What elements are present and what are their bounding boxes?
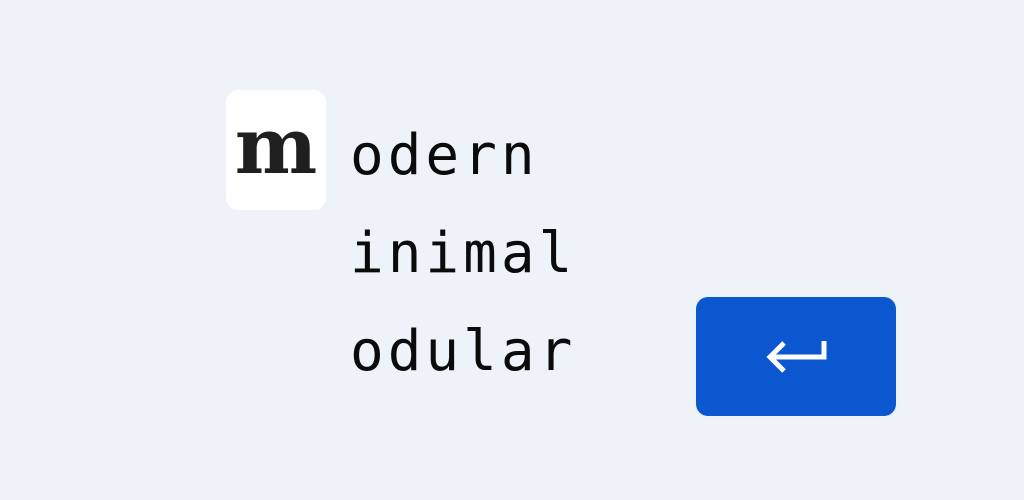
logo-tile: m: [226, 90, 326, 210]
enter-button[interactable]: [696, 297, 896, 416]
word-modern-suffix: odern: [350, 123, 539, 188]
logo-m-letter: m: [234, 101, 318, 192]
enter-arrow-icon: [766, 340, 827, 373]
word-modular-suffix: odular: [350, 319, 577, 384]
word-minimal-suffix: inimal: [350, 221, 577, 286]
